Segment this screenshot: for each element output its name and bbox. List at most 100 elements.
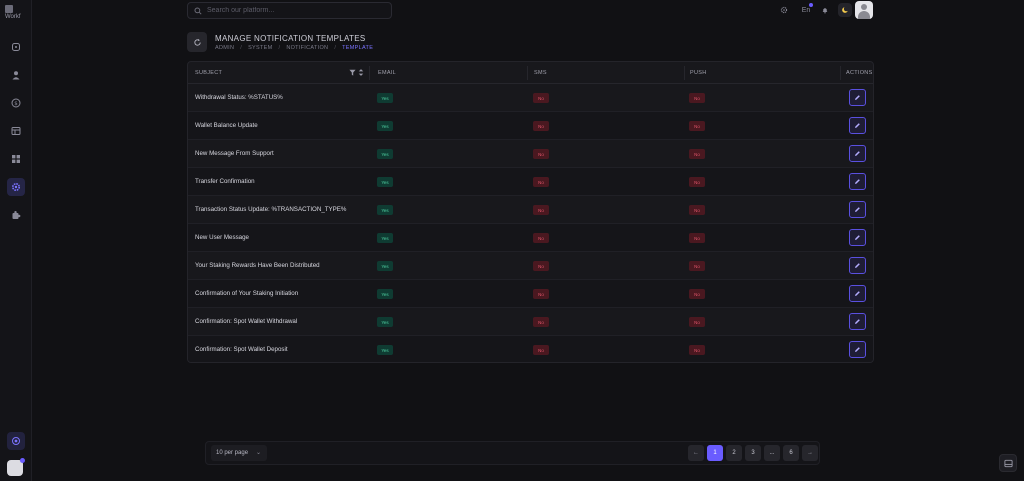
sidebar-item-apps[interactable] bbox=[7, 150, 25, 168]
panel-icon bbox=[1003, 459, 1013, 467]
column-subject: SUBJECT bbox=[195, 70, 223, 76]
edit-template-button[interactable] bbox=[849, 89, 866, 106]
online-dot bbox=[20, 458, 25, 463]
settings-button[interactable] bbox=[778, 4, 790, 16]
push-status-badge: No bbox=[689, 317, 705, 327]
sms-status-badge: No bbox=[533, 205, 549, 215]
sidebar-item-extensions[interactable] bbox=[7, 206, 25, 224]
puzzle-icon bbox=[12, 211, 21, 219]
refresh-icon bbox=[193, 38, 201, 46]
sms-status-badge: No bbox=[533, 233, 549, 243]
next-page-button[interactable]: → bbox=[802, 445, 818, 461]
column-push: PUSH bbox=[690, 70, 707, 76]
column-divider[interactable] bbox=[527, 66, 528, 80]
edit-template-button[interactable] bbox=[849, 145, 866, 162]
column-divider[interactable] bbox=[840, 66, 841, 80]
cell-subject: Confirmation: Spot Wallet Withdrawal bbox=[195, 318, 298, 325]
grid-icon bbox=[12, 155, 20, 163]
sms-status-badge: No bbox=[533, 149, 549, 159]
sort-icon[interactable] bbox=[358, 68, 364, 77]
edit-template-button[interactable] bbox=[849, 341, 866, 358]
sidebar-item-settings[interactable] bbox=[7, 432, 25, 450]
pencil-icon bbox=[855, 179, 860, 184]
table-row: Confirmation: Spot Wallet Withdrawal Yes N… bbox=[188, 308, 873, 336]
language-button[interactable]: En bbox=[800, 3, 813, 16]
push-status-badge: No bbox=[689, 233, 705, 243]
pagination-bar: 10 per page ⌄ ← 1 2 3... 6 → bbox=[205, 441, 820, 465]
cell-subject: Confirmation: Spot Wallet Deposit bbox=[195, 346, 288, 353]
per-page-select[interactable]: 10 per page ⌄ bbox=[211, 445, 267, 461]
theme-toggle[interactable] bbox=[838, 3, 852, 17]
table-row: Confirmation of Your Staking Initiation Y… bbox=[188, 280, 873, 308]
table-row: Wallet Balance Update Yes No No bbox=[188, 112, 873, 140]
prev-page-button[interactable]: ← bbox=[688, 445, 704, 461]
column-divider[interactable] bbox=[369, 66, 370, 80]
table-row: Transaction Status Update: %TRANSACTION_… bbox=[188, 196, 873, 224]
edit-template-button[interactable] bbox=[849, 201, 866, 218]
edit-template-button[interactable] bbox=[849, 257, 866, 274]
cell-subject: Your Staking Rewards Have Been Distribut… bbox=[195, 262, 320, 269]
sidebar-item-dashboard[interactable] bbox=[7, 38, 25, 56]
column-actions: ACTIONS bbox=[846, 70, 873, 76]
email-status-badge: Yes bbox=[377, 205, 393, 215]
sidebar-item-system[interactable] bbox=[7, 178, 25, 196]
panel-toggle-button[interactable] bbox=[999, 454, 1017, 472]
dollar-icon: $ bbox=[11, 98, 21, 108]
sidebar-avatar[interactable] bbox=[7, 458, 25, 476]
filter-icon[interactable] bbox=[349, 69, 356, 76]
pencil-icon bbox=[855, 95, 860, 100]
edit-template-button[interactable] bbox=[849, 229, 866, 246]
edit-template-button[interactable] bbox=[849, 285, 866, 302]
email-status-badge: Yes bbox=[377, 93, 393, 103]
pencil-icon bbox=[855, 235, 860, 240]
edit-template-button[interactable] bbox=[849, 117, 866, 134]
refresh-button[interactable] bbox=[187, 32, 207, 52]
sidebar-item-content[interactable] bbox=[7, 122, 25, 140]
cell-subject: Confirmation of Your Staking Initiation bbox=[195, 290, 299, 297]
column-email: EMAIL bbox=[378, 70, 397, 76]
pencil-icon bbox=[855, 123, 860, 128]
sidebar-item-users[interactable] bbox=[7, 66, 25, 84]
notifications-button[interactable] bbox=[819, 4, 831, 16]
user-avatar[interactable] bbox=[855, 1, 873, 19]
breadcrumb-system[interactable]: SYSTEM bbox=[248, 45, 272, 51]
push-status-badge: No bbox=[689, 93, 705, 103]
home-icon bbox=[12, 43, 20, 51]
breadcrumb: ADMIN / SYSTEM / NOTIFICATION / TEMPLATE bbox=[215, 45, 373, 51]
edit-template-button[interactable] bbox=[849, 173, 866, 190]
page-button-3[interactable]: 3 bbox=[745, 445, 761, 461]
edit-template-button[interactable] bbox=[849, 313, 866, 330]
language-badge-dot bbox=[809, 3, 813, 7]
sidebar-item-finance[interactable]: $ bbox=[7, 94, 25, 112]
cog-icon bbox=[780, 6, 788, 14]
table-row: Confirmation: Spot Wallet Deposit Yes No No bbox=[188, 336, 873, 362]
breadcrumb-separator: / bbox=[278, 45, 281, 51]
page-button-6[interactable]: 6 bbox=[783, 445, 799, 461]
breadcrumb-notification[interactable]: NOTIFICATION bbox=[286, 45, 328, 51]
target-icon bbox=[12, 437, 20, 445]
page-button-1[interactable]: 1 bbox=[707, 445, 723, 461]
page-ellipsis[interactable]: ... bbox=[764, 445, 780, 461]
column-divider[interactable] bbox=[684, 66, 685, 80]
cell-subject: Transfer Confirmation bbox=[195, 178, 255, 185]
arrow-right-icon: → bbox=[807, 450, 813, 456]
sms-status-badge: No bbox=[533, 345, 549, 355]
search-input[interactable] bbox=[207, 7, 377, 14]
cell-subject: Withdrawal Status: %STATUS% bbox=[195, 94, 283, 101]
table-row: New Message From Support Yes No No bbox=[188, 140, 873, 168]
email-status-badge: Yes bbox=[377, 233, 393, 243]
search-box[interactable] bbox=[187, 2, 392, 19]
logo-mark-icon bbox=[5, 5, 13, 13]
moon-icon bbox=[842, 6, 849, 13]
breadcrumb-admin[interactable]: ADMIN bbox=[215, 45, 234, 51]
layout-icon bbox=[11, 127, 21, 135]
app-logo[interactable]: Workf bbox=[5, 5, 27, 23]
sms-status-badge: No bbox=[533, 289, 549, 299]
breadcrumb-separator: / bbox=[334, 45, 337, 51]
cell-subject: Transaction Status Update: %TRANSACTION_… bbox=[195, 206, 347, 213]
page-button-2[interactable]: 2 bbox=[726, 445, 742, 461]
table-row: Transfer Confirmation Yes No No bbox=[188, 168, 873, 196]
sms-status-badge: No bbox=[533, 317, 549, 327]
push-status-badge: No bbox=[689, 177, 705, 187]
push-status-badge: No bbox=[689, 345, 705, 355]
